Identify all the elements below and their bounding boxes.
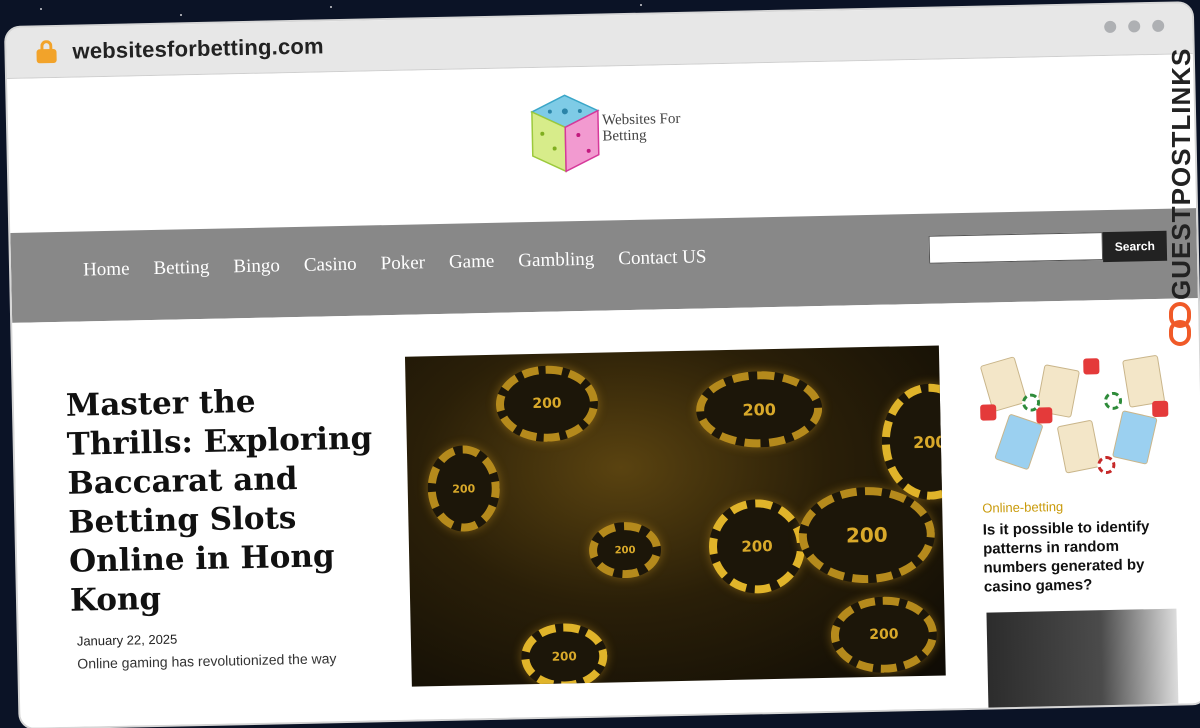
logo-line-1: Websites For [601, 110, 681, 129]
casino-chip-icon: 200 [797, 485, 936, 585]
site-header: Websites For Betting [7, 54, 1197, 234]
site-logo[interactable]: Websites For Betting [529, 90, 701, 174]
casino-chip-icon: 200 [695, 369, 823, 449]
poker-chip-icon [1097, 455, 1116, 475]
casino-chip-icon: 200 [426, 444, 501, 533]
guestpostlinks-brand: GUESTPOSTLINKS [1166, 47, 1196, 300]
sidebar-post-image[interactable] [975, 350, 1172, 483]
nav-item-home[interactable]: Home [71, 258, 142, 281]
sidebar-post-image-2[interactable] [986, 608, 1179, 713]
url-text[interactable]: websitesforbetting.com [72, 33, 324, 64]
window-controls [1104, 19, 1165, 33]
casino-chip-icon: 200 [495, 364, 599, 443]
playing-card-icon [1111, 410, 1158, 465]
nav-item-game[interactable]: Game [437, 251, 507, 274]
nav-item-poker[interactable]: Poker [368, 252, 437, 275]
nav-item-betting[interactable]: Betting [141, 257, 221, 281]
nav-item-contact-us[interactable]: Contact US [606, 246, 719, 270]
poker-chip-icon [1103, 391, 1123, 411]
casino-chip-icon: 200 [708, 498, 806, 595]
playing-card-icon [1122, 354, 1166, 408]
sidebar-post-title[interactable]: Is it possible to identify patterns in r… [983, 517, 1175, 597]
playing-card-icon [1056, 419, 1102, 474]
dice-icon [1036, 407, 1053, 424]
window-dot-icon[interactable] [1104, 20, 1117, 33]
search-button[interactable]: Search [1102, 230, 1168, 263]
post-featured-image[interactable]: 200 200 200 200 200 200 200 200 200 [404, 345, 946, 687]
post-date: January 22, 2025 [76, 631, 178, 649]
casino-chip-icon: 200 [880, 382, 946, 501]
dice-icon [980, 404, 997, 421]
dice-icon [1152, 400, 1169, 418]
logo-line-2: Betting [602, 127, 647, 145]
logo-text: Websites For Betting [602, 111, 681, 145]
window-dot-icon[interactable] [1152, 19, 1165, 32]
post-excerpt: Online gaming has revolutionized the way [77, 650, 337, 672]
nav-menu: Home Betting Bingo Casino Poker Game Gam… [71, 246, 719, 282]
nav-item-bingo[interactable]: Bingo [221, 255, 292, 278]
sidebar-post-category[interactable]: Online-betting [982, 499, 1063, 516]
dice-logo-icon [530, 94, 600, 173]
dice-icon [1083, 358, 1100, 375]
search-form: Search [928, 230, 1168, 266]
main-content: Master the Thrills: Exploring Baccarat a… [12, 298, 1200, 728]
lock-icon [36, 40, 57, 64]
link-icon [1169, 302, 1191, 346]
casino-chip-icon: 200 [588, 521, 662, 579]
nav-item-gambling[interactable]: Gambling [506, 248, 606, 272]
browser-window: websitesforbetting.com Websites For Bett… [6, 3, 1200, 728]
post-title[interactable]: Master the Thrills: Exploring Baccarat a… [66, 380, 381, 620]
casino-chip-icon: 200 [830, 595, 938, 674]
casino-chip-icon: 200 [520, 622, 608, 687]
window-dot-icon[interactable] [1128, 20, 1141, 33]
nav-item-casino[interactable]: Casino [292, 253, 369, 277]
search-input[interactable] [928, 232, 1104, 264]
